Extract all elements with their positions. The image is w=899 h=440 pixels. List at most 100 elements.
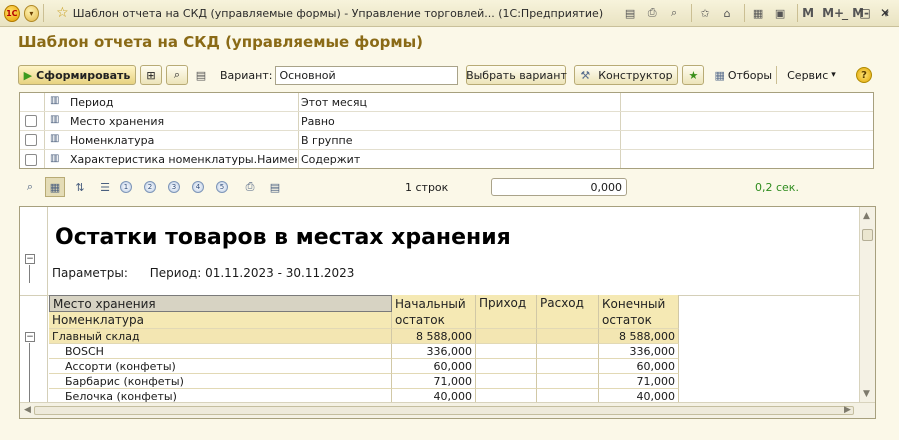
service-label: Сервис <box>787 68 829 82</box>
table-cell-end: 8 588,000 <box>599 329 679 344</box>
find-icon[interactable]: ⌕ <box>20 177 40 197</box>
tree-settings-icon: ⊞ <box>146 68 156 82</box>
filter-row[interactable]: ▥ Период Этот месяц <box>20 93 873 112</box>
constructor-button[interactable]: ⚒ Конструктор <box>574 65 679 85</box>
calculator-icon[interactable]: ▦ <box>749 4 767 22</box>
filter-condition[interactable]: В группе <box>301 134 352 147</box>
select-variant-button[interactable]: Выбрать вариант <box>466 65 567 85</box>
sum-field: 0,000 <box>491 178 627 196</box>
scroll-left-icon[interactable]: ◀ <box>24 405 31 415</box>
memory-button-m[interactable]: M <box>802 6 814 20</box>
maximize-icon[interactable]: □ <box>855 4 875 22</box>
scroll-up-icon[interactable]: ▲ <box>863 211 870 221</box>
filter-row[interactable]: ▥ Характеристика номенклатуры.Наименов..… <box>20 150 873 169</box>
filter-condition[interactable]: Этот месяц <box>301 96 367 109</box>
rows-count: 1 строк <box>405 180 449 194</box>
print-icon[interactable]: ⎙ <box>240 177 260 197</box>
params-label: Параметры: <box>52 266 128 280</box>
table-cell-end: 60,000 <box>599 359 679 374</box>
table-cell-start: 71,000 <box>392 374 476 389</box>
filter-checkbox[interactable] <box>25 115 37 127</box>
filter-condition[interactable]: Содержит <box>301 153 360 166</box>
sort-ascending-icon[interactable]: ⇅ <box>70 177 90 197</box>
filter-condition[interactable]: Равно <box>301 115 335 128</box>
header-start-line2: остаток <box>395 313 445 327</box>
header-col-income: Приход <box>476 295 537 329</box>
header-end-line1: Конечный <box>602 297 666 311</box>
settings-tree-button[interactable]: ⊞ <box>140 65 162 85</box>
report-settings-icon[interactable]: ▤ <box>192 66 210 84</box>
table-cell-income <box>476 374 537 389</box>
scroll-down-icon[interactable]: ▼ <box>863 389 870 399</box>
minimize-icon[interactable]: _ <box>835 4 855 22</box>
table-row-name[interactable]: Ассорти (конфеты) <box>49 359 392 374</box>
table-cell-expense <box>537 329 599 344</box>
level-3-icon[interactable]: 3 <box>168 181 180 193</box>
help-icon[interactable]: ? <box>856 67 872 83</box>
scroll-thumb[interactable] <box>862 229 873 241</box>
table-cell-expense <box>537 359 599 374</box>
horizontal-scrollbar[interactable]: ◀ ▶ <box>20 402 875 418</box>
header-col-expense: Расход <box>537 295 599 329</box>
icons-separator <box>691 4 693 22</box>
level-5-icon[interactable]: 5 <box>216 181 228 193</box>
window-title: Шаблон отчета на СКД (управляемые формы)… <box>72 6 604 20</box>
grid-view-icon[interactable]: ▦ <box>45 177 65 197</box>
generate-button[interactable]: ▶ Сформировать <box>18 65 136 85</box>
table-row-name[interactable]: Барбарис (конфеты) <box>49 374 392 389</box>
field-icon: ▥ <box>50 152 60 164</box>
title-separator <box>43 4 45 22</box>
header-col-storage[interactable]: Место хранения <box>49 295 392 312</box>
header-col-start: Начальный остаток <box>392 295 476 329</box>
table-cell-end: 71,000 <box>599 374 679 389</box>
vertical-scrollbar[interactable]: ▲ ▼ <box>859 207 875 403</box>
list-view-icon[interactable]: ☰ <box>95 177 115 197</box>
collapse-group-icon[interactable]: − <box>25 332 35 342</box>
table-row-name[interactable]: BOSCH <box>49 344 392 359</box>
star-plus-icon: ★ <box>688 68 699 82</box>
print-icon[interactable]: ⎙ <box>643 4 661 22</box>
elapsed-time: 0,2 сек. <box>755 180 799 194</box>
search-settings-button[interactable]: ⌕ <box>166 65 188 85</box>
main-menu-chevron-icon[interactable]: ▾ <box>23 4 40 22</box>
report-title: Остатки товаров в местах хранения <box>55 225 511 250</box>
preview-icon[interactable]: ⌕ <box>665 4 683 22</box>
scroll-thumb[interactable] <box>34 406 854 415</box>
field-icon: ▥ <box>50 95 60 106</box>
variant-field[interactable]: Основной <box>275 65 459 85</box>
toolbar-separator <box>776 66 778 84</box>
level-1-icon[interactable]: 1 <box>120 181 132 193</box>
save-icon[interactable]: ▤ <box>265 177 285 197</box>
output-toolbar: ⌕ ▦ ⇅ ☰ 1 2 3 4 5 ⎙ ▤ 1 строк 0,000 0,2 … <box>20 177 880 197</box>
filter-name: Характеристика номенклатуры.Наименов... <box>70 153 297 166</box>
favorite-star-icon[interactable]: ☆ <box>56 5 69 21</box>
table-cell-expense <box>537 374 599 389</box>
filter-checkbox[interactable] <box>25 134 37 146</box>
header-end-line2: остаток <box>602 313 652 327</box>
add-favorite-icon[interactable]: ✩ <box>696 4 714 22</box>
constructor-icon: ⚒ <box>580 68 591 82</box>
filter-row[interactable]: ▥ Место хранения Равно <box>20 112 873 131</box>
save-icon[interactable]: ▤ <box>621 4 639 22</box>
table-row-name[interactable]: Главный склад <box>49 329 392 344</box>
icons-separator <box>797 4 799 22</box>
close-icon[interactable]: ✕ <box>875 4 895 22</box>
history-icon[interactable]: ⌂ <box>718 4 736 22</box>
collapse-header-icon[interactable]: − <box>25 254 35 264</box>
header-start-line1: Начальный <box>395 297 466 311</box>
filter-checkbox[interactable] <box>25 153 37 166</box>
level-4-icon[interactable]: 4 <box>192 181 204 193</box>
window-controls: _ □ ✕ <box>835 4 895 22</box>
group-line <box>29 343 30 403</box>
service-menu[interactable]: Сервис ▾ <box>787 69 836 82</box>
favorite-variant-button[interactable]: ★ <box>682 65 705 85</box>
filter-row[interactable]: ▥ Номенклатура В группе <box>20 131 873 150</box>
app-logo-icon[interactable]: 1С <box>4 4 20 22</box>
table-cell-start: 336,000 <box>392 344 476 359</box>
scroll-right-icon[interactable]: ▶ <box>844 405 851 415</box>
level-2-icon[interactable]: 2 <box>144 181 156 193</box>
report-output[interactable]: − − Остатки товаров в местах хранения Па… <box>19 206 876 419</box>
filters-table: ▥ Период Этот месяц ▥ Место хранения Рав… <box>19 92 874 169</box>
filters-button[interactable]: ▦ Отборы <box>714 69 772 82</box>
calendar-icon[interactable]: ▣ <box>771 4 789 22</box>
